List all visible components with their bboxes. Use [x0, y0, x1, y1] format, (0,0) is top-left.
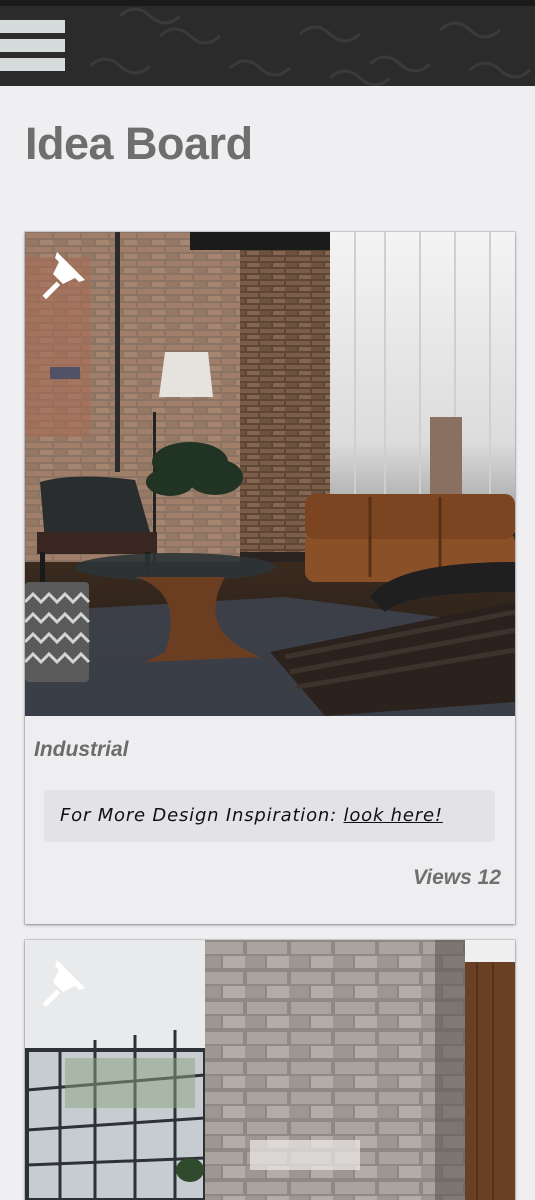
pushpin-icon[interactable]: [37, 246, 91, 300]
idea-card: [25, 940, 515, 1200]
hamburger-menu-icon[interactable]: [0, 20, 66, 72]
menu-bar: [0, 20, 65, 33]
header-texture: [0, 6, 535, 86]
pushpin-icon[interactable]: [37, 954, 91, 1008]
stone-wall-interior-photo[interactable]: [25, 940, 515, 1200]
top-header: [0, 0, 535, 86]
views-label: Views: [413, 866, 472, 889]
idea-card: Industrial For More Design Inspiration: …: [25, 232, 515, 924]
inspiration-box: For More Design Inspiration: look here!: [44, 790, 495, 842]
page-title: Idea Board: [25, 118, 253, 169]
menu-bar: [0, 39, 65, 52]
industrial-living-room-photo[interactable]: [25, 232, 515, 716]
card-title: Industrial: [34, 738, 129, 761]
look-here-link[interactable]: look here!: [344, 805, 443, 826]
views-counter: Views 12: [413, 866, 501, 890]
views-count: 12: [477, 866, 501, 889]
inspiration-text: For More Design Inspiration:: [60, 805, 344, 826]
menu-bar: [0, 58, 65, 71]
